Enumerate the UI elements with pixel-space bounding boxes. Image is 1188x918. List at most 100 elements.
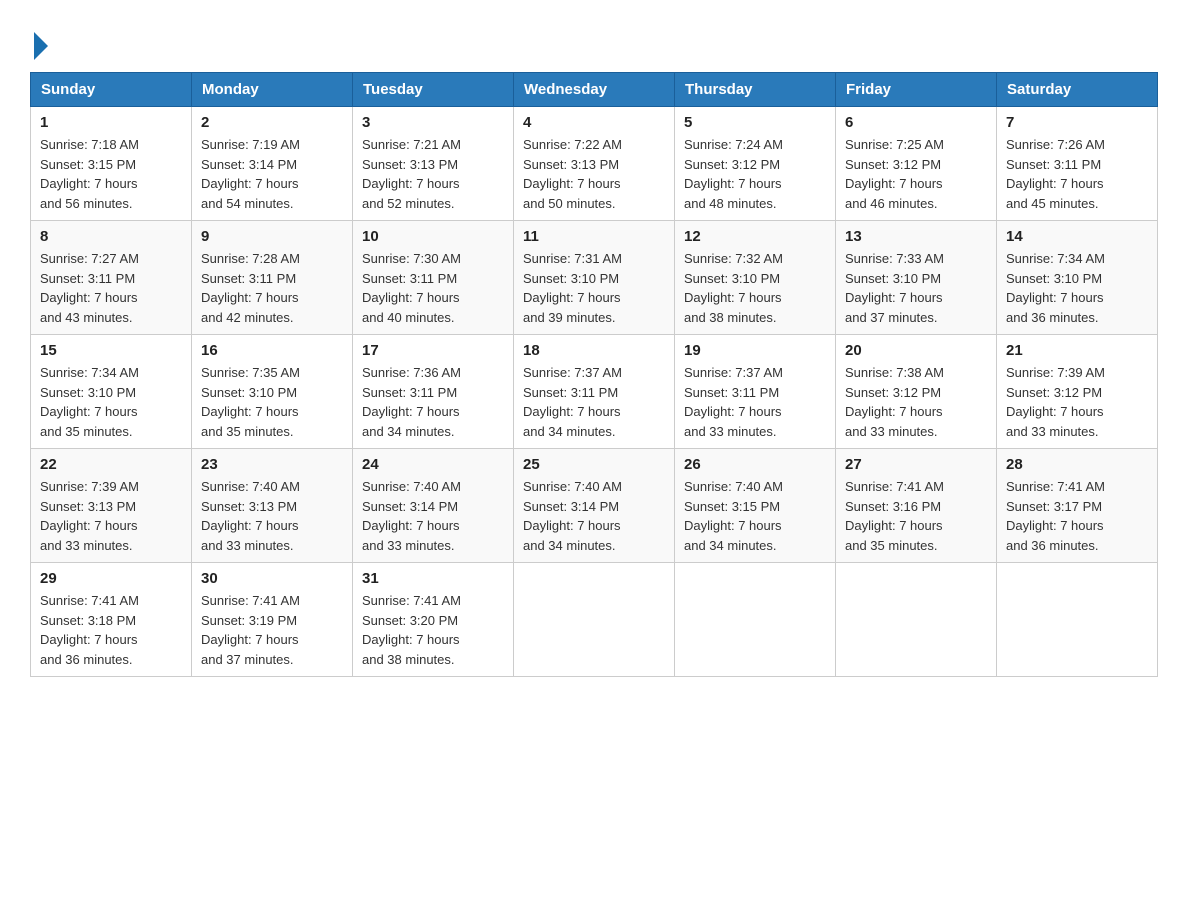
day-number: 2 (201, 114, 343, 131)
calendar-week-5: 29 Sunrise: 7:41 AM Sunset: 3:18 PM Dayl… (31, 563, 1158, 677)
day-info: Sunrise: 7:39 AM Sunset: 3:13 PM Dayligh… (40, 477, 182, 555)
calendar-cell: 24 Sunrise: 7:40 AM Sunset: 3:14 PM Dayl… (353, 449, 514, 563)
day-info: Sunrise: 7:31 AM Sunset: 3:10 PM Dayligh… (523, 249, 665, 327)
day-info: Sunrise: 7:30 AM Sunset: 3:11 PM Dayligh… (362, 249, 504, 327)
column-header-monday: Monday (192, 73, 353, 107)
day-number: 16 (201, 342, 343, 359)
day-number: 14 (1006, 228, 1148, 245)
day-number: 9 (201, 228, 343, 245)
day-info: Sunrise: 7:21 AM Sunset: 3:13 PM Dayligh… (362, 135, 504, 213)
day-info: Sunrise: 7:34 AM Sunset: 3:10 PM Dayligh… (1006, 249, 1148, 327)
calendar-cell: 30 Sunrise: 7:41 AM Sunset: 3:19 PM Dayl… (192, 563, 353, 677)
column-header-saturday: Saturday (997, 73, 1158, 107)
day-number: 23 (201, 456, 343, 473)
day-number: 21 (1006, 342, 1148, 359)
day-number: 11 (523, 228, 665, 245)
day-number: 10 (362, 228, 504, 245)
day-number: 12 (684, 228, 826, 245)
day-info: Sunrise: 7:40 AM Sunset: 3:14 PM Dayligh… (362, 477, 504, 555)
day-info: Sunrise: 7:36 AM Sunset: 3:11 PM Dayligh… (362, 363, 504, 441)
day-info: Sunrise: 7:25 AM Sunset: 3:12 PM Dayligh… (845, 135, 987, 213)
calendar-cell: 10 Sunrise: 7:30 AM Sunset: 3:11 PM Dayl… (353, 221, 514, 335)
day-info: Sunrise: 7:39 AM Sunset: 3:12 PM Dayligh… (1006, 363, 1148, 441)
day-info: Sunrise: 7:18 AM Sunset: 3:15 PM Dayligh… (40, 135, 182, 213)
day-number: 22 (40, 456, 182, 473)
day-info: Sunrise: 7:27 AM Sunset: 3:11 PM Dayligh… (40, 249, 182, 327)
day-number: 5 (684, 114, 826, 131)
calendar-cell (997, 563, 1158, 677)
calendar-week-3: 15 Sunrise: 7:34 AM Sunset: 3:10 PM Dayl… (31, 335, 1158, 449)
logo (30, 28, 48, 54)
day-number: 6 (845, 114, 987, 131)
calendar-cell: 15 Sunrise: 7:34 AM Sunset: 3:10 PM Dayl… (31, 335, 192, 449)
calendar-cell: 6 Sunrise: 7:25 AM Sunset: 3:12 PM Dayli… (836, 107, 997, 221)
day-number: 4 (523, 114, 665, 131)
calendar-cell: 29 Sunrise: 7:41 AM Sunset: 3:18 PM Dayl… (31, 563, 192, 677)
column-header-thursday: Thursday (675, 73, 836, 107)
day-number: 8 (40, 228, 182, 245)
calendar-cell (836, 563, 997, 677)
day-info: Sunrise: 7:40 AM Sunset: 3:13 PM Dayligh… (201, 477, 343, 555)
calendar-week-2: 8 Sunrise: 7:27 AM Sunset: 3:11 PM Dayli… (31, 221, 1158, 335)
day-info: Sunrise: 7:40 AM Sunset: 3:14 PM Dayligh… (523, 477, 665, 555)
calendar-cell: 8 Sunrise: 7:27 AM Sunset: 3:11 PM Dayli… (31, 221, 192, 335)
calendar-header-row: SundayMondayTuesdayWednesdayThursdayFrid… (31, 73, 1158, 107)
day-number: 27 (845, 456, 987, 473)
day-info: Sunrise: 7:41 AM Sunset: 3:17 PM Dayligh… (1006, 477, 1148, 555)
calendar-cell: 11 Sunrise: 7:31 AM Sunset: 3:10 PM Dayl… (514, 221, 675, 335)
column-header-tuesday: Tuesday (353, 73, 514, 107)
calendar-cell: 12 Sunrise: 7:32 AM Sunset: 3:10 PM Dayl… (675, 221, 836, 335)
calendar-cell: 7 Sunrise: 7:26 AM Sunset: 3:11 PM Dayli… (997, 107, 1158, 221)
calendar-cell: 21 Sunrise: 7:39 AM Sunset: 3:12 PM Dayl… (997, 335, 1158, 449)
calendar-cell: 17 Sunrise: 7:36 AM Sunset: 3:11 PM Dayl… (353, 335, 514, 449)
calendar-cell: 3 Sunrise: 7:21 AM Sunset: 3:13 PM Dayli… (353, 107, 514, 221)
day-number: 28 (1006, 456, 1148, 473)
day-number: 26 (684, 456, 826, 473)
calendar-week-4: 22 Sunrise: 7:39 AM Sunset: 3:13 PM Dayl… (31, 449, 1158, 563)
day-info: Sunrise: 7:19 AM Sunset: 3:14 PM Dayligh… (201, 135, 343, 213)
day-info: Sunrise: 7:24 AM Sunset: 3:12 PM Dayligh… (684, 135, 826, 213)
day-info: Sunrise: 7:37 AM Sunset: 3:11 PM Dayligh… (684, 363, 826, 441)
calendar-cell: 18 Sunrise: 7:37 AM Sunset: 3:11 PM Dayl… (514, 335, 675, 449)
day-number: 18 (523, 342, 665, 359)
calendar-cell: 4 Sunrise: 7:22 AM Sunset: 3:13 PM Dayli… (514, 107, 675, 221)
day-info: Sunrise: 7:22 AM Sunset: 3:13 PM Dayligh… (523, 135, 665, 213)
calendar-cell: 19 Sunrise: 7:37 AM Sunset: 3:11 PM Dayl… (675, 335, 836, 449)
day-info: Sunrise: 7:26 AM Sunset: 3:11 PM Dayligh… (1006, 135, 1148, 213)
day-number: 1 (40, 114, 182, 131)
page-header (30, 20, 1158, 54)
column-header-friday: Friday (836, 73, 997, 107)
calendar-cell: 13 Sunrise: 7:33 AM Sunset: 3:10 PM Dayl… (836, 221, 997, 335)
calendar-cell: 2 Sunrise: 7:19 AM Sunset: 3:14 PM Dayli… (192, 107, 353, 221)
calendar-cell: 26 Sunrise: 7:40 AM Sunset: 3:15 PM Dayl… (675, 449, 836, 563)
calendar-cell: 20 Sunrise: 7:38 AM Sunset: 3:12 PM Dayl… (836, 335, 997, 449)
calendar-cell: 14 Sunrise: 7:34 AM Sunset: 3:10 PM Dayl… (997, 221, 1158, 335)
day-info: Sunrise: 7:34 AM Sunset: 3:10 PM Dayligh… (40, 363, 182, 441)
day-number: 3 (362, 114, 504, 131)
calendar-cell (675, 563, 836, 677)
calendar-cell: 9 Sunrise: 7:28 AM Sunset: 3:11 PM Dayli… (192, 221, 353, 335)
day-info: Sunrise: 7:41 AM Sunset: 3:16 PM Dayligh… (845, 477, 987, 555)
calendar-cell: 25 Sunrise: 7:40 AM Sunset: 3:14 PM Dayl… (514, 449, 675, 563)
day-info: Sunrise: 7:41 AM Sunset: 3:18 PM Dayligh… (40, 591, 182, 669)
day-number: 13 (845, 228, 987, 245)
day-info: Sunrise: 7:40 AM Sunset: 3:15 PM Dayligh… (684, 477, 826, 555)
day-info: Sunrise: 7:32 AM Sunset: 3:10 PM Dayligh… (684, 249, 826, 327)
day-info: Sunrise: 7:35 AM Sunset: 3:10 PM Dayligh… (201, 363, 343, 441)
logo-top (30, 28, 48, 60)
day-info: Sunrise: 7:33 AM Sunset: 3:10 PM Dayligh… (845, 249, 987, 327)
day-info: Sunrise: 7:41 AM Sunset: 3:19 PM Dayligh… (201, 591, 343, 669)
day-number: 24 (362, 456, 504, 473)
day-number: 31 (362, 570, 504, 587)
day-info: Sunrise: 7:37 AM Sunset: 3:11 PM Dayligh… (523, 363, 665, 441)
day-number: 19 (684, 342, 826, 359)
day-info: Sunrise: 7:38 AM Sunset: 3:12 PM Dayligh… (845, 363, 987, 441)
column-header-sunday: Sunday (31, 73, 192, 107)
calendar-week-1: 1 Sunrise: 7:18 AM Sunset: 3:15 PM Dayli… (31, 107, 1158, 221)
calendar-cell (514, 563, 675, 677)
day-number: 25 (523, 456, 665, 473)
column-header-wednesday: Wednesday (514, 73, 675, 107)
day-number: 15 (40, 342, 182, 359)
calendar-cell: 27 Sunrise: 7:41 AM Sunset: 3:16 PM Dayl… (836, 449, 997, 563)
day-number: 30 (201, 570, 343, 587)
